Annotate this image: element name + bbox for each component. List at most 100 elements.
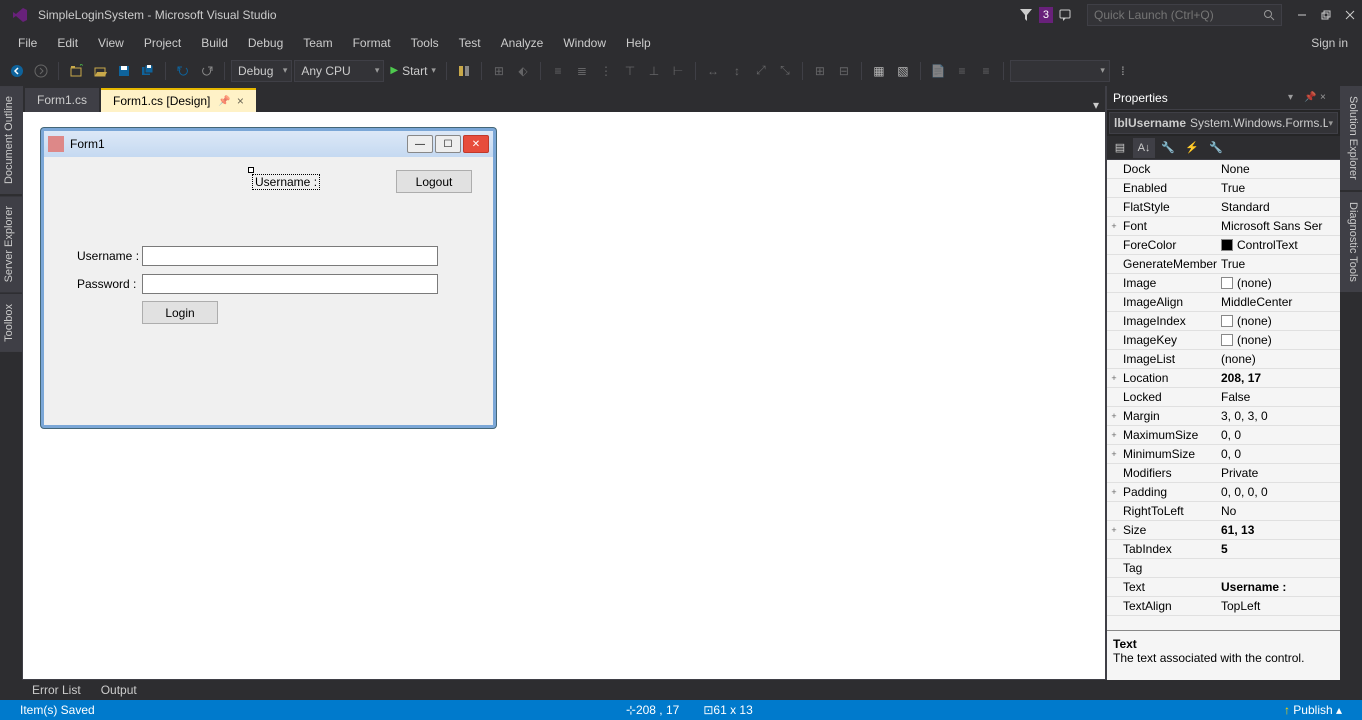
property-value[interactable]: ControlText: [1217, 238, 1340, 252]
property-value[interactable]: 61, 13: [1217, 523, 1340, 537]
property-value[interactable]: (none): [1217, 314, 1340, 328]
categorized-button[interactable]: ▤: [1109, 138, 1131, 158]
btab-error-list[interactable]: Error List: [22, 681, 91, 699]
platform-dropdown[interactable]: Any CPU: [294, 60, 384, 82]
property-row[interactable]: Tag: [1107, 559, 1340, 578]
menu-analyze[interactable]: Analyze: [491, 32, 554, 54]
properties-grid[interactable]: DockNoneEnabledTrueFlatStyleStandard+Fon…: [1107, 160, 1340, 630]
property-row[interactable]: RightToLeftNo: [1107, 502, 1340, 521]
property-value[interactable]: Standard: [1217, 200, 1340, 214]
new-project-button[interactable]: *: [65, 60, 87, 82]
property-row[interactable]: +MaximumSize0, 0: [1107, 426, 1340, 445]
open-button[interactable]: [89, 60, 111, 82]
property-row[interactable]: LockedFalse: [1107, 388, 1340, 407]
properties-object-combo[interactable]: lblUsername System.Windows.Forms.L: [1109, 112, 1338, 134]
password-textbox[interactable]: [142, 274, 438, 294]
events-button[interactable]: ⚡: [1181, 138, 1203, 158]
expand-icon[interactable]: +: [1107, 411, 1121, 421]
property-row[interactable]: TabIndex5: [1107, 540, 1340, 559]
property-row[interactable]: +FontMicrosoft Sans Ser: [1107, 217, 1340, 236]
alphabetical-button[interactable]: A↓: [1133, 138, 1155, 158]
quick-launch[interactable]: [1087, 4, 1282, 26]
panel-dropdown-icon[interactable]: ▾: [1288, 92, 1302, 103]
sign-in-link[interactable]: Sign in: [1297, 32, 1362, 54]
property-row[interactable]: +Padding0, 0, 0, 0: [1107, 483, 1340, 502]
property-value[interactable]: (none): [1217, 333, 1340, 347]
property-value[interactable]: Private: [1217, 466, 1340, 480]
property-value[interactable]: False: [1217, 390, 1340, 404]
expand-icon[interactable]: +: [1107, 449, 1121, 459]
property-row[interactable]: +MinimumSize0, 0: [1107, 445, 1340, 464]
property-value[interactable]: 0, 0: [1217, 447, 1340, 461]
menu-window[interactable]: Window: [553, 32, 616, 54]
btab-output[interactable]: Output: [91, 681, 147, 699]
nav-fwd-button[interactable]: [30, 60, 52, 82]
property-row[interactable]: ImageAlignMiddleCenter: [1107, 293, 1340, 312]
property-value[interactable]: (none): [1217, 352, 1340, 366]
expand-icon[interactable]: +: [1107, 221, 1121, 231]
property-value[interactable]: TopLeft: [1217, 599, 1340, 613]
form1-body[interactable]: Username : Logout Username : Password : …: [44, 157, 493, 425]
save-all-button[interactable]: [137, 60, 159, 82]
config-dropdown[interactable]: Debug: [231, 60, 292, 82]
property-row[interactable]: ForeColorControlText: [1107, 236, 1340, 255]
username-textbox[interactable]: [142, 246, 438, 266]
property-value[interactable]: 0, 0: [1217, 428, 1340, 442]
menu-build[interactable]: Build: [191, 32, 238, 54]
property-row[interactable]: +Location208, 17: [1107, 369, 1340, 388]
property-value[interactable]: No: [1217, 504, 1340, 518]
vtab-solution-explorer[interactable]: Solution Explorer: [1340, 86, 1362, 190]
vtab-diagnostic-tools[interactable]: Diagnostic Tools: [1340, 192, 1362, 292]
property-row[interactable]: ImageList(none): [1107, 350, 1340, 369]
bring-front[interactable]: ▦: [868, 60, 890, 82]
empty-dropdown[interactable]: [1010, 60, 1110, 82]
property-value[interactable]: Username :: [1217, 580, 1340, 594]
feedback-icon[interactable]: [1055, 4, 1077, 26]
form-max-button[interactable]: ☐: [435, 135, 461, 153]
property-row[interactable]: GenerateMemberTrue: [1107, 255, 1340, 274]
properties-button[interactable]: 🔧: [1157, 138, 1179, 158]
expand-icon[interactable]: +: [1107, 430, 1121, 440]
menu-team[interactable]: Team: [293, 32, 342, 54]
property-row[interactable]: FlatStyleStandard: [1107, 198, 1340, 217]
selection-handle[interactable]: [248, 167, 254, 173]
property-value[interactable]: True: [1217, 257, 1340, 271]
property-value[interactable]: None: [1217, 162, 1340, 176]
designer-surface[interactable]: Form1 — ☐ ✕ Username : Logout Username :…: [23, 112, 1105, 679]
doctabs-overflow[interactable]: ▾: [1087, 98, 1105, 112]
form-close-button[interactable]: ✕: [463, 135, 489, 153]
redo-button[interactable]: [196, 60, 218, 82]
toolbar-overflow[interactable]: ⁞: [1112, 60, 1134, 82]
property-value[interactable]: 0, 0, 0, 0: [1217, 485, 1340, 499]
property-value[interactable]: Microsoft Sans Ser: [1217, 219, 1340, 233]
property-row[interactable]: TextUsername :: [1107, 578, 1340, 597]
property-row[interactable]: EnabledTrue: [1107, 179, 1340, 198]
quick-launch-input[interactable]: [1094, 8, 1263, 22]
property-row[interactable]: Image(none): [1107, 274, 1340, 293]
menu-debug[interactable]: Debug: [238, 32, 293, 54]
property-value[interactable]: MiddleCenter: [1217, 295, 1340, 309]
property-value[interactable]: 208, 17: [1217, 371, 1340, 385]
doctab-form1-design[interactable]: Form1.cs [Design] 📌 ×: [101, 88, 256, 112]
menu-project[interactable]: Project: [134, 32, 191, 54]
notification-badge[interactable]: 3: [1039, 7, 1053, 23]
expand-icon[interactable]: +: [1107, 525, 1121, 535]
filter-icon[interactable]: [1015, 4, 1037, 26]
lblusername-control[interactable]: Username :: [252, 174, 320, 190]
property-pages-button[interactable]: 🔧: [1205, 138, 1227, 158]
send-back[interactable]: ▧: [892, 60, 914, 82]
minimize-button[interactable]: [1290, 3, 1314, 27]
pin-icon[interactable]: 📌: [218, 96, 230, 107]
start-button[interactable]: ▶Start▾: [386, 60, 440, 82]
menu-format[interactable]: Format: [343, 32, 401, 54]
menu-help[interactable]: Help: [616, 32, 661, 54]
logout-button-control[interactable]: Logout: [396, 170, 472, 193]
property-row[interactable]: DockNone: [1107, 160, 1340, 179]
menu-edit[interactable]: Edit: [47, 32, 88, 54]
doctab-form1-cs[interactable]: Form1.cs: [25, 88, 99, 112]
close-button[interactable]: [1338, 3, 1362, 27]
nav-back-button[interactable]: [6, 60, 28, 82]
property-row[interactable]: +Margin3, 0, 3, 0: [1107, 407, 1340, 426]
property-row[interactable]: +Size61, 13: [1107, 521, 1340, 540]
vtab-document-outline[interactable]: Document Outline: [0, 86, 22, 194]
